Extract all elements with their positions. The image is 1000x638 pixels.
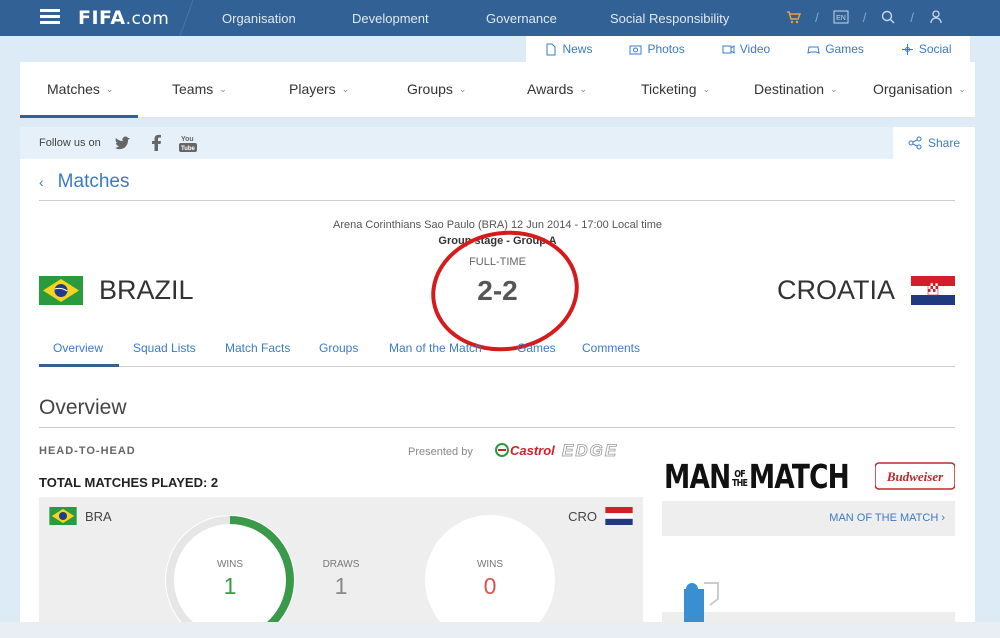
share-button[interactable]: Share — [893, 127, 975, 159]
content-panel: ‹ Matches Arena Corinthians Sao Paulo (B… — [20, 159, 975, 638]
svg-text:EN: EN — [836, 15, 846, 22]
croatia-flag-icon — [605, 507, 633, 525]
man-of-the-match-title: MAN OF THEMATCH — [664, 457, 850, 496]
tab-active-indicator — [39, 364, 119, 367]
divider — [39, 200, 955, 201]
chevron-down-icon: ⌄ — [105, 83, 114, 94]
menu-icon[interactable] — [40, 9, 60, 25]
user-icon[interactable] — [928, 9, 944, 25]
video-link[interactable]: Video — [722, 42, 770, 56]
youtube-icon[interactable]: You Tube — [177, 132, 199, 154]
follow-bar: Follow us on You Tube Share — [20, 127, 975, 159]
video-icon — [722, 44, 735, 54]
photos-link[interactable]: Photos — [629, 42, 685, 56]
svg-text:Budweiser: Budweiser — [886, 469, 944, 484]
presented-by-label: Presented by — [408, 446, 473, 458]
home-wins-label: WINS — [216, 559, 244, 570]
nav-destination[interactable]: Destination ⌄ — [754, 81, 838, 97]
draws-value: 1 — [334, 573, 348, 599]
home-team-name: BRAZIL — [99, 275, 194, 305]
nav-organisation[interactable]: Organisation ⌄ — [873, 81, 966, 97]
nav-awards[interactable]: Awards ⌄ — [527, 81, 587, 97]
news-icon — [546, 43, 556, 55]
follow-label: Follow us on — [39, 137, 101, 149]
chevron-down-icon: ⌄ — [458, 83, 467, 94]
stats-home-team: BRA — [49, 507, 112, 525]
stats-away-team: CRO — [568, 507, 633, 525]
castrol-edge-logo: Castrol EDGE — [495, 441, 618, 460]
match-venue: Arena Corinthians Sao Paulo (BRA) 12 Jun… — [333, 219, 662, 231]
draws-label: DRAWS — [322, 559, 360, 570]
man-of-the-match-bar: MAN OF THE MATCH › — [662, 501, 955, 536]
games-link[interactable]: Games — [807, 42, 864, 56]
nav-groups[interactable]: Groups ⌄ — [407, 81, 466, 97]
nav-ticketing[interactable]: Ticketing ⌄ — [641, 81, 710, 97]
top-bar: FIFA.com Organisation Development Govern… — [0, 0, 1000, 36]
twitter-icon[interactable] — [113, 133, 133, 153]
svg-text:EDGE: EDGE — [562, 441, 618, 460]
topnav-social-responsibility[interactable]: Social Responsibility — [610, 11, 729, 26]
chevron-down-icon: ⌄ — [579, 83, 587, 94]
camera-icon — [629, 45, 642, 54]
bottom-edge — [0, 622, 1000, 638]
main-nav: Matches ⌄ Teams ⌄ Players ⌄ Groups ⌄ Awards ⌄… — [20, 62, 975, 118]
away-wins-value: 0 — [483, 573, 497, 599]
nav-players[interactable]: Players ⌄ — [289, 81, 349, 97]
budweiser-logo: Budweiser — [875, 462, 955, 490]
gamepad-icon — [807, 46, 820, 54]
logo-divider — [179, 0, 194, 36]
share-icon — [908, 136, 922, 150]
croatia-flag-icon — [911, 276, 955, 305]
back-to-matches-link[interactable]: ‹ Matches — [39, 171, 129, 193]
nav-teams[interactable]: Teams ⌄ — [172, 81, 227, 97]
brazil-flag-icon — [49, 507, 77, 525]
tab-groups[interactable]: Groups — [319, 341, 358, 355]
topnav-organisation[interactable]: Organisation — [222, 11, 296, 26]
match-tabs: Overview Squad Lists Match Facts Groups … — [39, 337, 955, 367]
home-wins-value: 1 — [223, 573, 237, 599]
tab-games[interactable]: Games — [517, 341, 556, 355]
svg-text:Castrol: Castrol — [510, 443, 555, 458]
chevron-left-icon: ‹ — [39, 174, 44, 190]
brazil-flag-icon — [39, 276, 83, 305]
topnav-development[interactable]: Development — [352, 11, 429, 26]
chevron-down-icon: ⌄ — [219, 83, 227, 94]
news-link[interactable]: News — [544, 42, 592, 56]
away-wins-label: WINS — [476, 559, 504, 570]
top-icons: / EN / / — [785, 9, 944, 25]
svg-text:You: You — [181, 136, 194, 143]
tab-overview[interactable]: Overview — [53, 341, 103, 355]
divider — [39, 427, 955, 428]
tab-squad-lists[interactable]: Squad Lists — [133, 341, 196, 355]
search-icon[interactable] — [880, 9, 896, 25]
chevron-down-icon: ⌄ — [830, 83, 838, 94]
away-team[interactable]: CROATIA — [777, 275, 955, 306]
section-title: Overview — [39, 396, 127, 419]
secondary-bar: News Photos Video Games Social — [0, 36, 1000, 62]
home-team[interactable]: BRAZIL — [39, 275, 194, 306]
tab-match-facts[interactable]: Match Facts — [225, 341, 290, 355]
language-icon[interactable]: EN — [833, 9, 849, 25]
nav-active-indicator — [20, 115, 138, 118]
head-to-head-label: HEAD-TO-HEAD — [39, 445, 136, 457]
chevron-down-icon: ⌄ — [958, 83, 966, 94]
nav-matches[interactable]: Matches ⌄ — [47, 81, 113, 97]
tab-comments[interactable]: Comments — [582, 341, 640, 355]
fifa-logo[interactable]: FIFA.com — [78, 7, 169, 29]
topnav-governance[interactable]: Governance — [486, 11, 557, 26]
facebook-icon[interactable] — [147, 133, 167, 153]
social-link[interactable]: Social — [901, 42, 952, 56]
away-team-name: CROATIA — [776, 275, 895, 305]
svg-text:Tube: Tube — [181, 146, 196, 152]
tab-man-of-the-match[interactable]: Man of the Match — [389, 341, 482, 355]
chevron-down-icon: ⌄ — [341, 83, 350, 94]
man-of-the-match-link[interactable]: MAN OF THE MATCH › — [829, 512, 945, 524]
head-to-head-panel: BRA CRO WINS 1 DRAWS 1 WINS 0 — [39, 497, 643, 638]
cart-icon[interactable] — [785, 9, 801, 25]
total-matches-played: TOTAL MATCHES PLAYED: 2 — [39, 475, 219, 490]
social-icon — [901, 43, 913, 55]
media-links: News Photos Video Games Social — [526, 36, 970, 62]
chevron-down-icon: ⌄ — [702, 83, 711, 94]
